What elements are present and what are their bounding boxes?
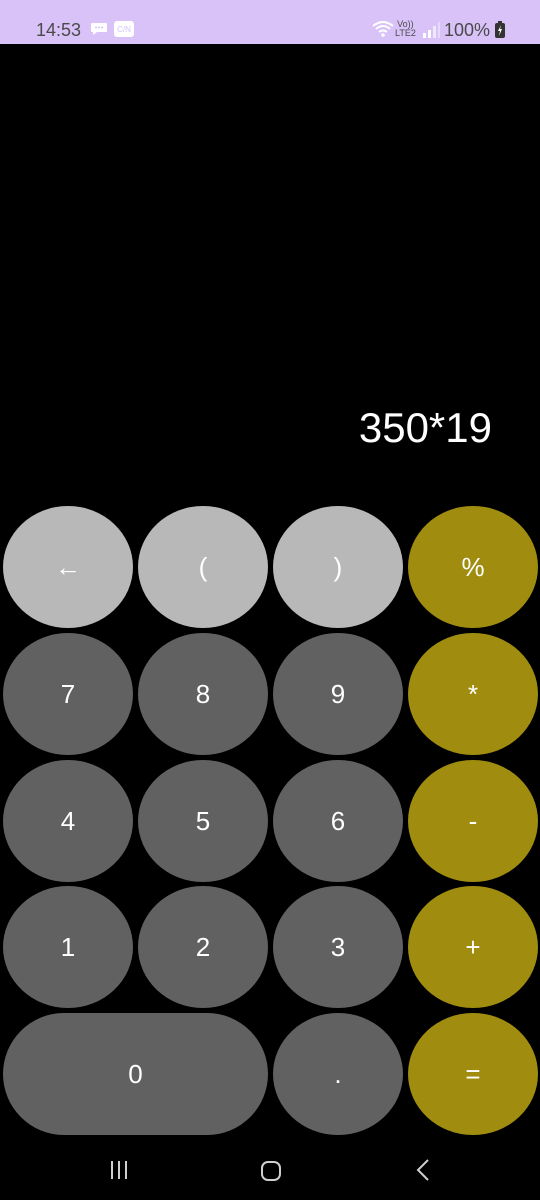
chat-icon	[91, 23, 107, 35]
app-icon: C/N	[114, 21, 134, 37]
volte-indicator: Vo)) LTE2	[395, 20, 416, 38]
digit-0-button[interactable]: 0	[3, 1013, 268, 1135]
back-icon[interactable]	[414, 1158, 432, 1182]
digit-2-button[interactable]: 2	[138, 886, 268, 1008]
digit-6-button[interactable]: 6	[273, 760, 403, 882]
decimal-button[interactable]: .	[273, 1013, 403, 1135]
navigation-bar	[0, 1140, 540, 1200]
wifi-icon	[372, 21, 394, 37]
battery-icon	[495, 21, 505, 38]
open-paren-button[interactable]: (	[138, 506, 268, 628]
equals-button[interactable]: =	[408, 1013, 538, 1135]
volte-bottom: LTE2	[395, 28, 416, 38]
digit-3-button[interactable]: 3	[273, 886, 403, 1008]
digit-5-button[interactable]: 5	[138, 760, 268, 882]
digit-7-button[interactable]: 7	[3, 633, 133, 755]
battery-percent: 100%	[444, 20, 491, 40]
signal-icon	[423, 22, 440, 38]
digit-1-button[interactable]: 1	[3, 886, 133, 1008]
minus-button[interactable]: -	[408, 760, 538, 882]
percent-button[interactable]: %	[408, 506, 538, 628]
digit-4-button[interactable]: 4	[3, 760, 133, 882]
recents-icon[interactable]	[108, 1160, 130, 1180]
status-bar: 14:53 C/N Vo)) LTE2 100%	[0, 0, 540, 44]
status-time: 14:53	[36, 20, 82, 40]
expression-display: 350*19	[358, 404, 492, 451]
home-icon[interactable]	[260, 1160, 282, 1182]
digit-8-button[interactable]: 8	[138, 633, 268, 755]
backspace-button[interactable]: ←	[3, 506, 133, 628]
multiply-button[interactable]: *	[408, 633, 538, 755]
plus-button[interactable]: +	[408, 886, 538, 1008]
digit-9-button[interactable]: 9	[273, 633, 403, 755]
close-paren-button[interactable]: )	[273, 506, 403, 628]
app-badge-text: C/N	[117, 25, 131, 34]
